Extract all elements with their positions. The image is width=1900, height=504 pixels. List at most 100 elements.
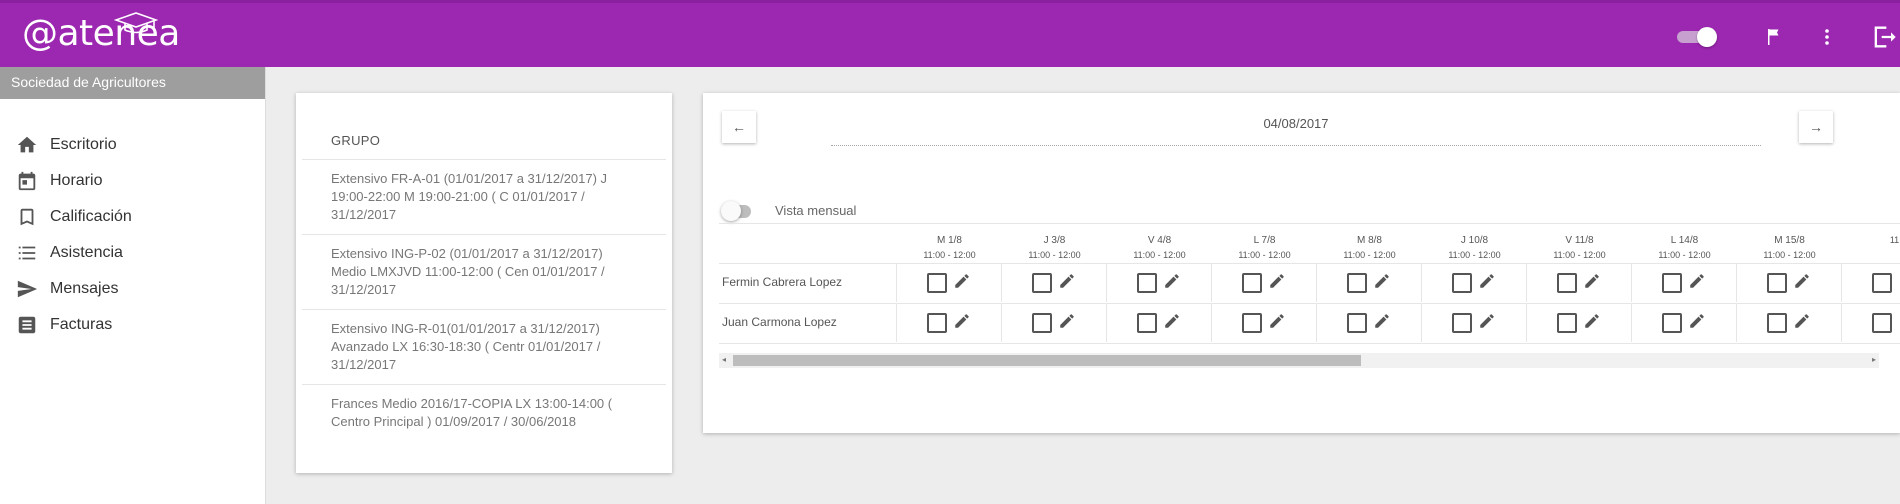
arrow-left-icon: ← (732, 119, 746, 135)
group-item[interactable]: Extensivo FR-A-01 (01/01/2017 a 31/12/20… (331, 170, 631, 224)
attendance-checkbox[interactable] (1872, 313, 1892, 333)
attendance-checkbox[interactable] (927, 273, 947, 293)
attendance-checkbox[interactable] (1557, 313, 1577, 333)
sidebar-item-label: Calificación (50, 208, 132, 225)
sidebar-item-facturas[interactable]: Facturas (0, 307, 265, 343)
attendance-checkbox[interactable] (1767, 273, 1787, 293)
attendance-checkbox[interactable] (1347, 313, 1367, 333)
sidebar-item-calificacion[interactable]: Calificación (0, 199, 265, 235)
column-day: J 10/8 (1460, 235, 1489, 246)
column-day: J 3/8 (1043, 235, 1066, 246)
edit-pencil-icon[interactable] (1583, 312, 1601, 330)
attendance-cell (1526, 303, 1631, 342)
scroll-left-icon[interactable]: ◂ (722, 355, 726, 364)
sidebar-item-mensajes[interactable]: Mensajes (0, 271, 265, 307)
edit-pencil-icon[interactable] (1373, 312, 1391, 330)
column-time: 11:00 - 12:00 (1658, 250, 1711, 260)
date-field[interactable]: 04/08/2017 (831, 116, 1761, 131)
attendance-checkbox[interactable] (1662, 313, 1682, 333)
column-header: V 11/8 11:00 - 12:00 (1527, 233, 1632, 263)
attendance-checkbox[interactable] (1137, 273, 1157, 293)
edit-pencil-icon[interactable] (1478, 272, 1496, 290)
send-icon (17, 280, 38, 298)
sidebar-item-label: Facturas (50, 316, 113, 333)
edit-pencil-icon[interactable] (1583, 272, 1601, 290)
horizontal-scrollbar[interactable]: ◂ ▸ (719, 353, 1879, 368)
edit-pencil-icon[interactable] (1793, 272, 1811, 290)
sidebar: Sociedad de Agricultores Escritorio Hora… (0, 67, 266, 504)
edit-pencil-icon[interactable] (1058, 272, 1076, 290)
sidebar-item-asistencia[interactable]: Asistencia (0, 235, 265, 271)
top-app-bar: @atenea (0, 0, 1900, 67)
receipt-icon (18, 316, 36, 334)
edit-pencil-icon[interactable] (1163, 272, 1181, 290)
attendance-cell (1421, 263, 1526, 302)
more-vert-icon[interactable] (1815, 25, 1839, 49)
edit-pencil-icon[interactable] (1373, 272, 1391, 290)
attendance-checkbox[interactable] (1032, 273, 1052, 293)
theme-toggle[interactable] (1677, 27, 1717, 47)
column-header: J 10/8 11:00 - 12:00 (1422, 233, 1527, 263)
edit-pencil-icon[interactable] (953, 272, 971, 290)
group-item[interactable]: Frances Medio 2016/17-COPIA LX 13:00-14:… (331, 395, 631, 431)
flag-icon[interactable] (1762, 25, 1786, 49)
divider (719, 223, 1900, 224)
date-field-underline (831, 145, 1761, 146)
attendance-checkbox[interactable] (1137, 313, 1157, 333)
edit-pencil-icon[interactable] (1268, 272, 1286, 290)
sidebar-item-label: Escritorio (50, 136, 117, 153)
edit-pencil-icon[interactable] (1793, 312, 1811, 330)
attendance-checkbox[interactable] (1662, 273, 1682, 293)
column-header: L 7/8 11:00 - 12:00 (1212, 233, 1317, 263)
sidebar-item-label: Mensajes (50, 280, 119, 297)
divider (302, 234, 666, 235)
attendance-cell (1526, 263, 1631, 302)
divider (302, 384, 666, 385)
attendance-checkbox[interactable] (1557, 273, 1577, 293)
attendance-checkbox[interactable] (1242, 313, 1262, 333)
edit-pencil-icon[interactable] (1688, 272, 1706, 290)
toggle-knob (1697, 27, 1717, 47)
attendance-checkbox[interactable] (1242, 273, 1262, 293)
attendance-checkbox[interactable] (1452, 313, 1472, 333)
app-logo[interactable]: @atenea (22, 12, 180, 63)
groups-header: GRUPO (331, 133, 381, 148)
attendance-checkbox[interactable] (927, 313, 947, 333)
group-item[interactable]: Extensivo ING-R-01(01/01/2017 a 31/12/20… (331, 320, 631, 374)
monthly-view-toggle[interactable] (721, 201, 771, 221)
scrollbar-thumb[interactable] (733, 355, 1361, 366)
edit-pencil-icon[interactable] (1478, 312, 1496, 330)
attendance-checkbox[interactable] (1032, 313, 1052, 333)
logout-icon[interactable] (1870, 23, 1898, 51)
edit-pencil-icon[interactable] (1058, 312, 1076, 330)
attendance-cell (1841, 303, 1900, 342)
scroll-right-icon[interactable]: ▸ (1872, 355, 1876, 364)
attendance-checkbox[interactable] (1767, 313, 1787, 333)
toggle-knob (721, 201, 741, 221)
sidebar-item-escritorio[interactable]: Escritorio (0, 127, 265, 163)
attendance-cell (1106, 303, 1211, 342)
next-date-button[interactable]: → (1799, 111, 1833, 143)
group-item[interactable]: Extensivo ING-P-02 (01/01/2017 a 31/12/2… (331, 245, 631, 299)
prev-date-button[interactable]: ← (722, 111, 756, 143)
sidebar-item-horario[interactable]: Horario (0, 163, 265, 199)
edit-pencil-icon[interactable] (1688, 312, 1706, 330)
attendance-cell (1211, 263, 1316, 302)
attendance-cell (1421, 303, 1526, 342)
edit-pencil-icon[interactable] (953, 312, 971, 330)
attendance-cell (1316, 263, 1421, 302)
attendance-checkbox[interactable] (1872, 273, 1892, 293)
groups-card: GRUPO Extensivo FR-A-01 (01/01/2017 a 31… (296, 93, 672, 473)
home-icon (17, 136, 37, 153)
sidebar-item-label: Horario (50, 172, 103, 189)
attendance-checkbox[interactable] (1452, 273, 1472, 293)
column-time: 11:00 - 12:00 (1343, 250, 1396, 260)
column-day: V 11/8 (1565, 235, 1594, 246)
edit-pencil-icon[interactable] (1163, 312, 1181, 330)
attendance-cell (896, 263, 1001, 302)
student-name: Fermin Cabrera Lopez (722, 275, 843, 289)
attendance-cell (1631, 263, 1736, 302)
column-header: M 8/8 11:00 - 12:00 (1317, 233, 1422, 263)
edit-pencil-icon[interactable] (1268, 312, 1286, 330)
attendance-checkbox[interactable] (1347, 273, 1367, 293)
